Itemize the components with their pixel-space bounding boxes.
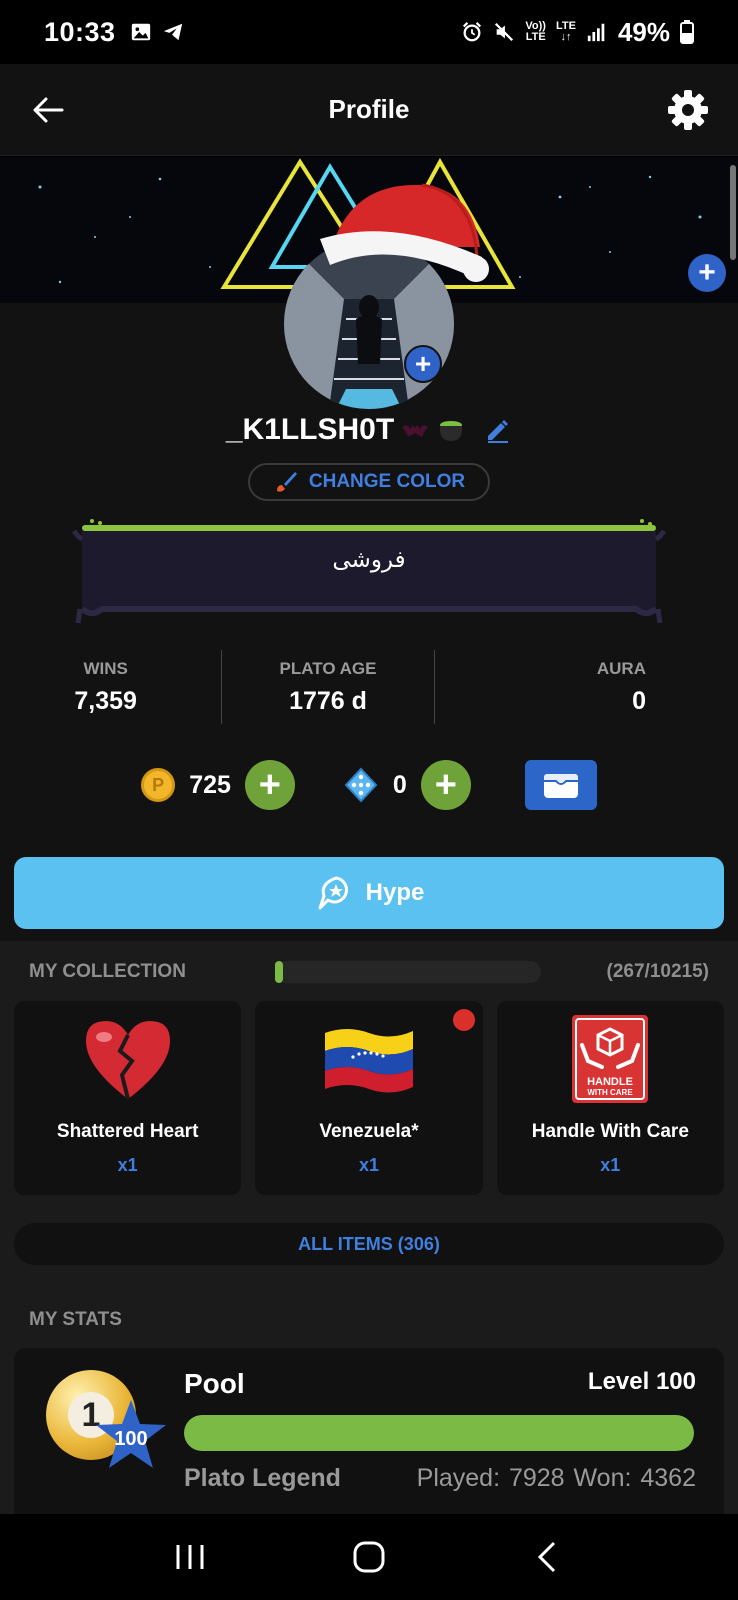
gem-dice-icon — [344, 767, 378, 803]
edit-pencil-icon[interactable] — [484, 416, 512, 444]
alarm-icon — [463, 22, 482, 42]
wallet-button[interactable] — [524, 760, 597, 810]
stat-aura: AURA 0 — [435, 650, 738, 724]
stat-label: WINS — [83, 658, 128, 678]
all-items-button[interactable]: ALL ITEMS (306) — [14, 1223, 724, 1265]
gem-balance: 0 — [392, 770, 407, 799]
status-time: 10:33 — [44, 16, 116, 47]
coin-icon: P — [141, 768, 176, 802]
username: _K1LLSH0T — [225, 413, 395, 446]
level-star-badge: 100 — [96, 1400, 166, 1468]
profile-content[interactable]: + + _K1LLSH0T CHANGE COLOR فروشی WINS 7,… — [0, 157, 738, 1514]
stat-value: 0 — [632, 686, 646, 715]
currency-row: P 725 + 0 + — [0, 757, 738, 813]
new-badge — [452, 1009, 475, 1031]
scrollbar[interactable] — [730, 165, 736, 260]
collection-item[interactable]: HANDLE WITH CARE Handle With Care x1 — [496, 1001, 724, 1195]
back-nav-icon[interactable] — [526, 1535, 570, 1579]
item-name: Shattered Heart — [56, 1121, 199, 1142]
bio-text: فروشی — [332, 547, 406, 573]
lte-icon: LTE ↓↑ — [555, 20, 576, 43]
hype-label: Hype — [365, 879, 425, 906]
collection-item[interactable]: Venezuela* x1 — [255, 1001, 483, 1195]
page-title: Profile — [328, 94, 410, 124]
change-color-button[interactable]: CHANGE COLOR — [248, 463, 490, 501]
my-stats-title: MY STATS — [29, 1309, 122, 1330]
badge-text-line1: HANDLE — [587, 1076, 633, 1088]
level-badge-text: 100 — [114, 1428, 147, 1450]
hype-icon — [318, 876, 348, 910]
gear-icon[interactable] — [666, 88, 710, 132]
recent-apps-icon[interactable] — [168, 1535, 212, 1579]
collection-progress-fill — [275, 961, 283, 983]
avatar-add-button[interactable]: + — [404, 345, 442, 383]
wallet-icon — [543, 774, 578, 798]
battery-percent: 49% — [617, 16, 670, 47]
signal-icon — [587, 23, 605, 42]
stat-plato-age: PLATO AGE 1776 d — [221, 650, 435, 724]
battery-icon — [680, 20, 694, 44]
status-bar: 10:33 Vo)) LTE LTE ↓↑ 49% — [0, 0, 738, 64]
item-name: Handle With Care — [531, 1121, 689, 1142]
collection-count: (267/10215) — [606, 961, 709, 982]
paintbrush-icon — [276, 472, 297, 492]
item-qty: x1 — [117, 1155, 138, 1175]
collection-header: MY COLLECTION (267/10215) — [29, 957, 709, 987]
bat-icon — [402, 425, 429, 437]
level-progress-bar — [184, 1415, 694, 1451]
banner-add-button[interactable]: + — [688, 254, 726, 292]
change-color-label: CHANGE COLOR — [308, 471, 466, 492]
cauldron-icon — [440, 421, 463, 441]
hype-button[interactable]: Hype — [14, 857, 724, 929]
game-level: Level 100 — [587, 1368, 696, 1395]
rank-title: Plato Legend — [184, 1464, 341, 1492]
stat-label: PLATO AGE — [279, 658, 377, 678]
telegram-icon — [163, 23, 182, 41]
venezuela-flag-icon — [324, 1029, 413, 1093]
system-nav-bar — [0, 1514, 738, 1600]
mute-icon — [495, 22, 514, 42]
badge-text-line2: WITH CARE — [588, 1088, 634, 1097]
collection-title: MY COLLECTION — [29, 961, 186, 982]
home-icon[interactable] — [347, 1535, 391, 1579]
stat-label: AURA — [596, 658, 646, 678]
app-header: Profile — [0, 64, 738, 156]
broken-heart-icon — [85, 1021, 170, 1100]
profile-stats: WINS 7,359 PLATO AGE 1776 d AURA 0 — [0, 650, 738, 724]
collection-progress — [275, 961, 541, 983]
item-name: Venezuela* — [319, 1121, 419, 1142]
game-name: Pool — [184, 1368, 245, 1399]
username-row: _K1LLSH0T — [0, 413, 738, 447]
item-qty: x1 — [358, 1155, 379, 1175]
arrow-left-icon[interactable] — [28, 90, 68, 130]
stat-wins: WINS 7,359 — [0, 650, 221, 724]
collection-item[interactable]: Shattered Heart x1 — [14, 1001, 242, 1195]
volte-icon: Vo)) LTE — [525, 20, 546, 43]
item-qty: x1 — [600, 1155, 621, 1175]
add-gems-button[interactable]: + — [420, 760, 471, 810]
gallery-icon — [131, 23, 150, 41]
played-won: Played: 7928 Won: 4362 — [416, 1464, 696, 1492]
stat-value: 7,359 — [74, 686, 137, 715]
santa-hat-icon — [320, 183, 489, 282]
pool-stats-card[interactable]: 1 100 Pool Level 100 Plato Legend Played… — [14, 1348, 724, 1514]
collection-items: Shattered Heart x1 Venezuela* x1 HANDLE — [14, 1001, 724, 1195]
coin-balance: 725 — [189, 770, 231, 799]
stat-value: 1776 d — [289, 686, 367, 715]
add-coins-button[interactable]: + — [244, 760, 295, 810]
handle-with-care-icon: HANDLE WITH CARE — [572, 1015, 649, 1103]
